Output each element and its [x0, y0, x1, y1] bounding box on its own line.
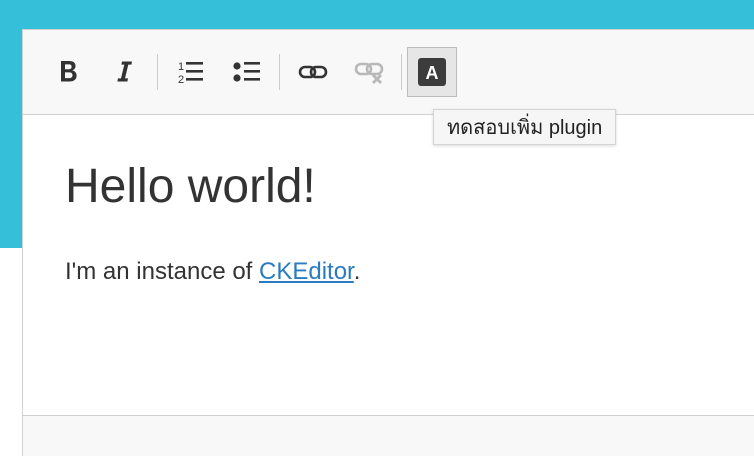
paragraph-text: I'm an instance of — [65, 258, 260, 285]
svg-text:1: 1 — [178, 61, 184, 73]
link-icon — [298, 65, 328, 79]
link-button[interactable] — [288, 47, 338, 97]
italic-icon — [117, 61, 132, 82]
ckeditor-link[interactable]: CKEditor — [259, 258, 354, 285]
plugin-tooltip: ทดสอบเพิ่ม plugin — [433, 109, 617, 145]
unlink-icon — [354, 62, 384, 84]
editor-toolbar: 1 2 A — [23, 30, 754, 115]
toolbar-separator — [157, 54, 158, 90]
content-paragraph: I'm an instance of CKEditor. — [65, 257, 360, 287]
svg-text:A: A — [426, 63, 439, 83]
numbered-list-button[interactable]: 1 2 — [166, 47, 216, 97]
content-heading: Hello world! — [65, 160, 316, 213]
editor-statusbar — [23, 415, 754, 456]
bold-button[interactable] — [44, 47, 94, 97]
bulleted-list-icon — [233, 62, 260, 82]
plugin-button[interactable]: A — [407, 47, 457, 97]
editor-content[interactable]: Hello world! I'm an instance of CKEditor… — [23, 115, 754, 415]
italic-button[interactable] — [99, 47, 149, 97]
page: 1 2 A Hello world! I'm an instance of CK… — [0, 0, 754, 456]
toolbar-separator — [401, 54, 402, 90]
bold-icon — [61, 61, 77, 82]
numbered-list-icon: 1 2 — [178, 61, 203, 85]
bulleted-list-button[interactable] — [222, 47, 272, 97]
unlink-button[interactable] — [344, 47, 394, 97]
paragraph-end: . — [353, 258, 361, 285]
ckeditor: 1 2 A Hello world! I'm an instance of CK… — [22, 29, 754, 456]
toolbar-separator — [279, 54, 280, 90]
plugin-a-icon: A — [418, 58, 446, 86]
svg-text:2: 2 — [178, 74, 184, 85]
